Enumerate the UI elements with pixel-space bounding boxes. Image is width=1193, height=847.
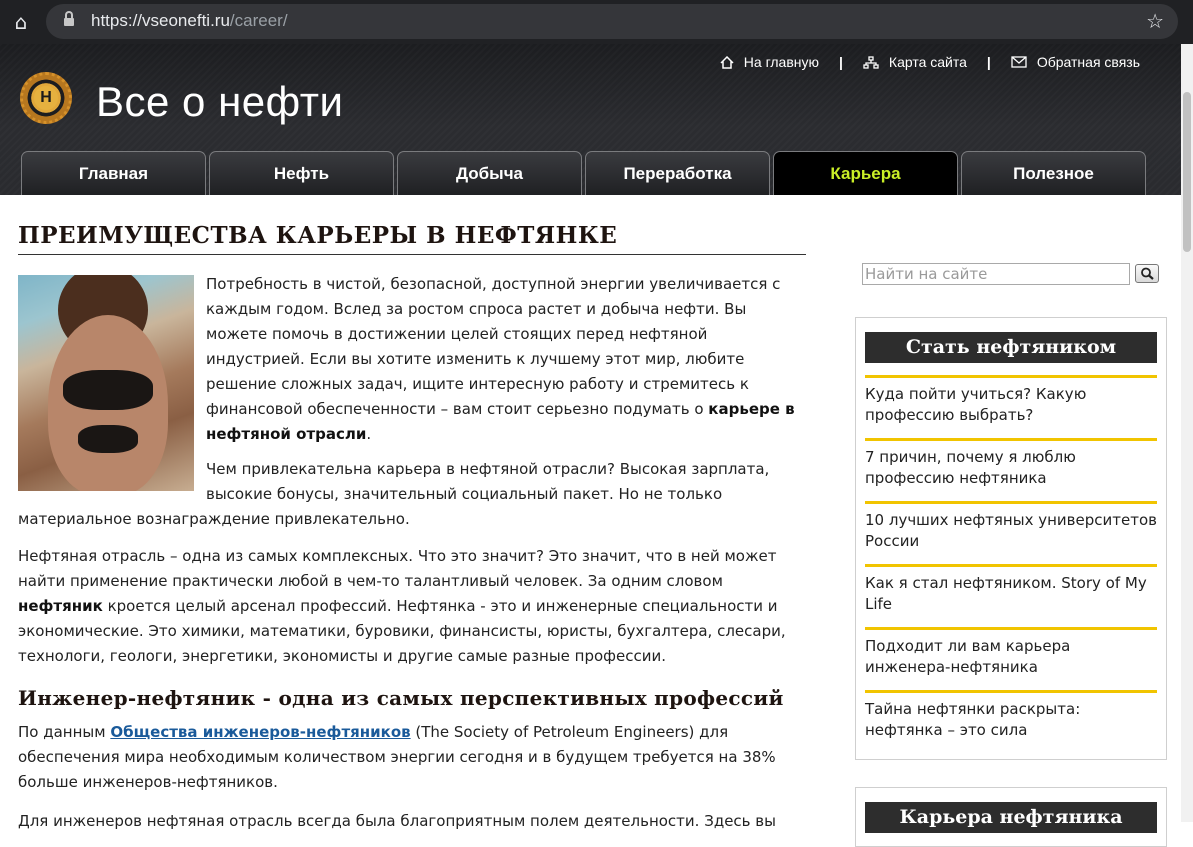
main-nav: Главная Нефть Добыча Переработка Карьера… [21, 151, 1146, 195]
site-logo[interactable]: Н [20, 72, 72, 124]
search-icon [1141, 267, 1154, 280]
become-oilman-widget: Стать нефтяником Куда пойти учиться? Как… [855, 317, 1167, 760]
link-separator: | [839, 54, 843, 70]
list-item[interactable]: Подходит ли вам карьера инженера-нефтяни… [865, 627, 1157, 690]
spe-link[interactable]: Общества инженеров-нефтяников [110, 723, 410, 741]
logo-letter: Н [34, 86, 58, 110]
site-header: Н Все о нефти На главную | Карта сайта |… [0, 44, 1193, 195]
site-title[interactable]: Все о нефти [96, 78, 343, 126]
widget-title: Карьера нефтяника [865, 802, 1157, 833]
mail-icon [1011, 56, 1027, 68]
tab-production[interactable]: Добыча [397, 151, 582, 195]
tab-career[interactable]: Карьера [773, 151, 958, 195]
browser-toolbar: ⌂ https://vseonefti.ru/career/ ☆ [0, 0, 1193, 44]
tab-useful[interactable]: Полезное [961, 151, 1146, 195]
list-item[interactable]: Как я стал нефтяником. Story of My Life [865, 564, 1157, 627]
widget-title: Стать нефтяником [865, 332, 1157, 363]
search-field[interactable] [862, 263, 1130, 285]
article-photo [18, 275, 194, 491]
search-input[interactable] [863, 264, 1129, 284]
tab-oil[interactable]: Нефть [209, 151, 394, 195]
bookmark-star-icon[interactable]: ☆ [1146, 9, 1164, 33]
paragraph-complex: Нефтяная отрасль – одна из самых комплек… [18, 547, 786, 665]
sitemap-link[interactable]: Карта сайта [863, 54, 967, 70]
list-item[interactable]: 7 причин, почему я люблю профессию нефтя… [865, 438, 1157, 501]
oilman-career-widget: Карьера нефтяника [855, 787, 1167, 847]
feedback-link-label: Обратная связь [1036, 54, 1140, 70]
header-links: На главную | Карта сайта | Обратная связ… [720, 54, 1140, 70]
sitemap-icon [863, 55, 879, 69]
tab-main[interactable]: Главная [21, 151, 206, 195]
search-button[interactable] [1135, 264, 1159, 283]
article-title: ПРЕИМУЩЕСТВА КАРЬЕРЫ В НЕФТЯНКЕ [18, 220, 806, 255]
sitemap-link-label: Карта сайта [888, 54, 967, 70]
list-item[interactable]: Тайна нефтянки раскрыта: нефтянка – это … [865, 690, 1157, 753]
scrollbar[interactable] [1181, 44, 1193, 822]
browser-home-icon[interactable]: ⌂ [9, 10, 33, 34]
paragraph-spe: По данным Общества инженеров-нефтяников … [18, 723, 776, 791]
list-item[interactable]: Куда пойти учиться? Какую профессию выбр… [865, 375, 1157, 438]
lock-icon [64, 11, 74, 27]
home-link[interactable]: На главную [720, 54, 819, 70]
home-icon [720, 55, 734, 69]
section-heading: Инженер-нефтяник - одна из самых перспек… [18, 686, 784, 710]
link-separator: | [986, 54, 991, 70]
scrollbar-thumb[interactable] [1183, 92, 1191, 252]
widget-list: Куда пойти учиться? Какую профессию выбр… [865, 375, 1157, 753]
tab-refining[interactable]: Переработка [585, 151, 770, 195]
address-bar[interactable]: https://vseonefti.ru/career/ ☆ [46, 4, 1178, 39]
home-link-label: На главную [743, 54, 819, 70]
url-text: https://vseonefti.ru/career/ [91, 11, 288, 30]
feedback-link[interactable]: Обратная связь [1011, 54, 1140, 70]
article: ПРЕИМУЩЕСТВА КАРЬЕРЫ В НЕФТЯНКЕ Потребно… [18, 220, 806, 834]
list-item[interactable]: 10 лучших нефтяных университетов России [865, 501, 1157, 564]
